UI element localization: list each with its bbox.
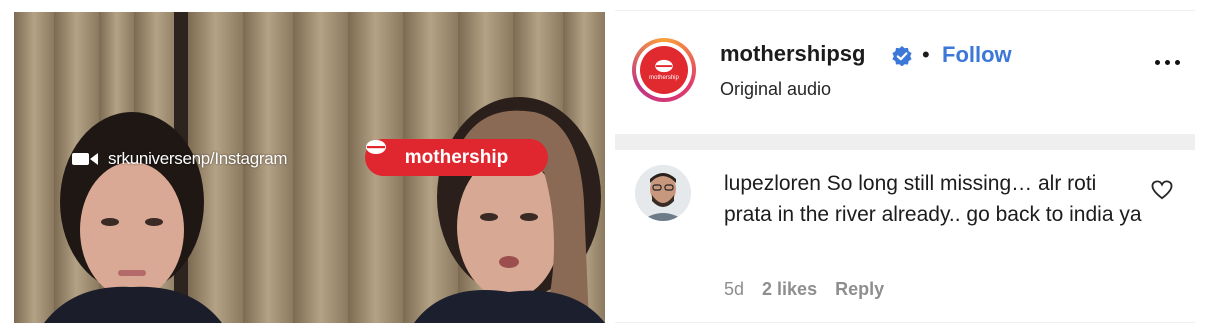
badge-label: mothership bbox=[404, 146, 509, 168]
commenter-avatar[interactable] bbox=[635, 165, 691, 221]
divider bbox=[615, 10, 1195, 11]
more-options-icon[interactable] bbox=[1155, 60, 1185, 70]
commenter-username[interactable]: lupezloren bbox=[724, 172, 821, 195]
commenter-photo bbox=[635, 165, 691, 221]
mothership-logo-icon bbox=[366, 140, 386, 154]
watermark-text: srkuniversenp/Instagram bbox=[108, 149, 288, 168]
follow-button[interactable]: Follow bbox=[942, 42, 1012, 68]
verified-badge-icon bbox=[892, 46, 912, 66]
account-username[interactable]: mothershipsg bbox=[720, 41, 865, 67]
post-panel: mothership mothershipsg • Follow Origina… bbox=[609, 0, 1206, 334]
account-avatar[interactable]: mothership bbox=[632, 38, 696, 102]
comment-body: lupezloren So long still missing… alr ro… bbox=[724, 168, 1144, 230]
separator-dot: • bbox=[922, 42, 930, 67]
section-separator bbox=[615, 134, 1195, 150]
avatar-brand-text: mothership bbox=[649, 75, 679, 81]
reply-button[interactable]: Reply bbox=[835, 279, 884, 300]
video-frame[interactable]: srkuniversenp/Instagram mothership bbox=[14, 12, 605, 323]
heart-icon[interactable] bbox=[1151, 180, 1173, 200]
mothership-logo-icon bbox=[655, 59, 673, 73]
video-watermark: srkuniversenp/Instagram bbox=[72, 148, 288, 170]
comment-likes[interactable]: 2 likes bbox=[762, 279, 817, 300]
mothership-badge: mothership bbox=[365, 139, 548, 176]
divider bbox=[615, 322, 1195, 323]
comment-time: 5d bbox=[724, 279, 745, 299]
audio-label[interactable]: Original audio bbox=[720, 79, 831, 100]
comment-meta: 5d 2 likes Reply bbox=[724, 279, 884, 300]
video-camera-icon bbox=[72, 153, 98, 165]
